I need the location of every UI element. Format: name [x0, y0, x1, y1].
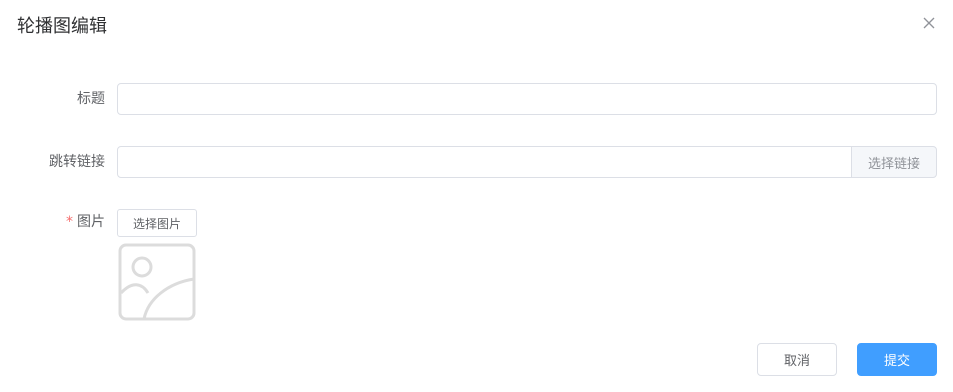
title-label: 标题: [77, 91, 105, 107]
select-image-button[interactable]: 选择图片: [117, 209, 197, 237]
link-input-group: 选择链接: [117, 146, 937, 178]
close-button[interactable]: [920, 14, 938, 32]
image-placeholder: [118, 243, 196, 321]
required-mark: *: [66, 214, 73, 230]
link-input[interactable]: [117, 146, 852, 178]
select-link-button[interactable]: 选择链接: [851, 146, 937, 178]
submit-button[interactable]: 提交: [857, 343, 937, 376]
carousel-edit-dialog: 轮播图编辑 标题 跳转链接 选择链接 * 图片 选择图片 取消 提交: [0, 0, 953, 392]
title-input[interactable]: [117, 83, 937, 115]
form-row-link: 跳转链接 选择链接: [0, 146, 953, 178]
form-row-title: 标题: [0, 83, 953, 115]
image-placeholder-icon: [118, 243, 196, 321]
cancel-button[interactable]: 取消: [757, 343, 837, 376]
close-icon[interactable]: [923, 17, 935, 29]
image-label: 图片: [77, 214, 105, 230]
dialog-title: 轮播图编辑: [17, 16, 107, 37]
image-label-wrapper: * 图片: [66, 212, 105, 232]
link-label: 跳转链接: [49, 154, 105, 170]
